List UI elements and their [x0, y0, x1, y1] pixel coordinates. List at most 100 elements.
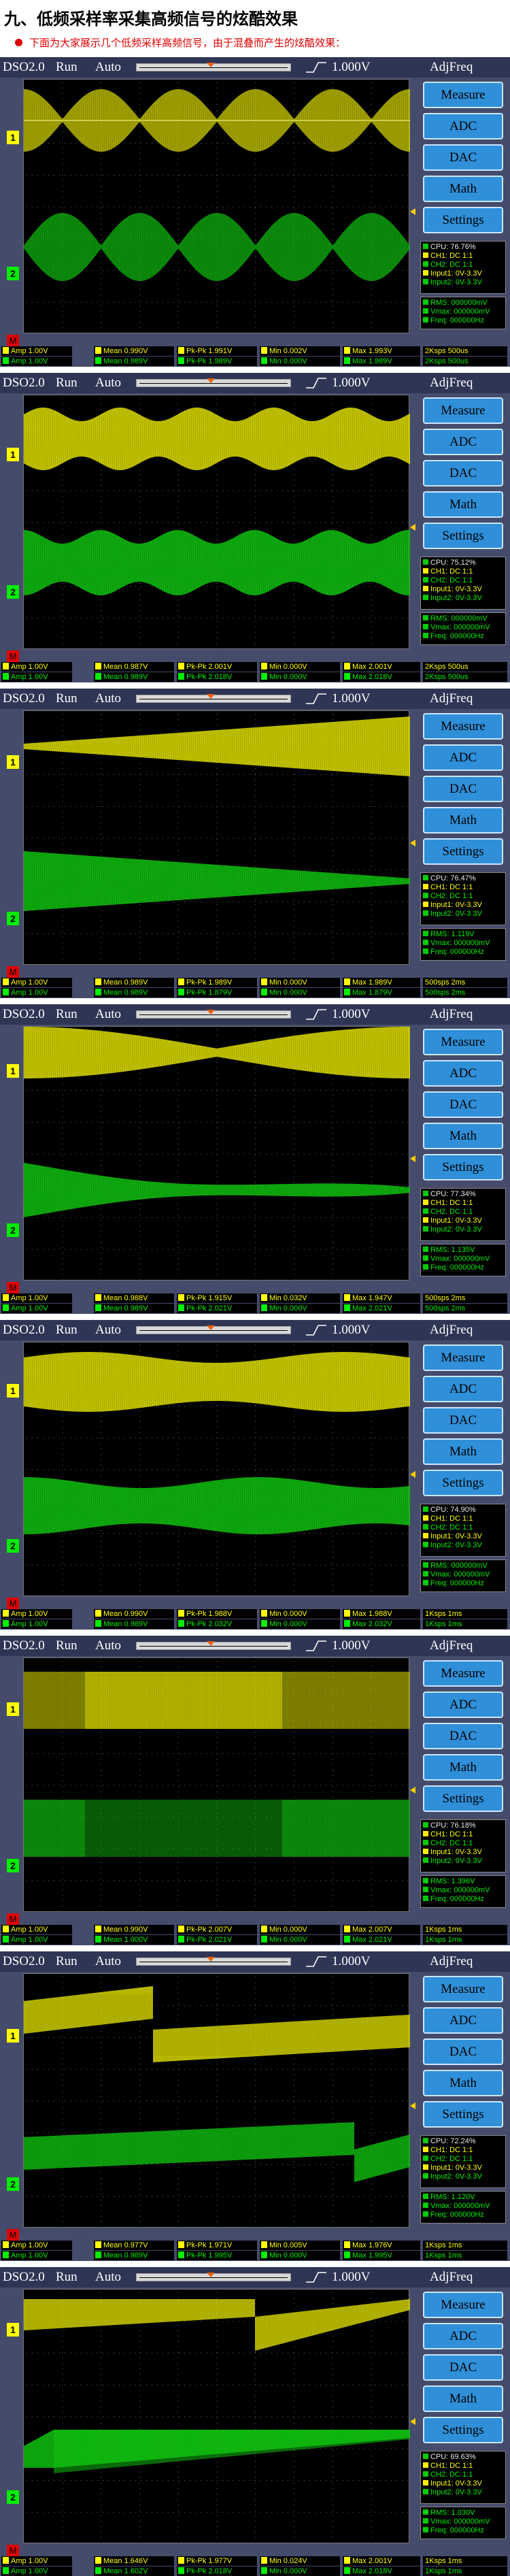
trigger-mode[interactable]: Auto [95, 1638, 121, 1653]
ch1-amp-cell[interactable]: Amp 1.00V [1, 662, 72, 672]
settings-button[interactable]: Settings [423, 838, 503, 865]
ch1-mean-cell[interactable]: Mean 0.977V [94, 2241, 174, 2250]
trigger-arrow-icon[interactable] [410, 1155, 415, 1162]
ch2-mean-cell[interactable]: Mean 0.989V [94, 1304, 174, 1313]
math-button[interactable]: Math [423, 2385, 503, 2412]
dac-button[interactable]: DAC [423, 776, 503, 802]
ch2-marker[interactable]: 2 [7, 1539, 19, 1553]
ch1-timebase[interactable]: 1Ksps 1ms [423, 1925, 507, 1934]
ch2-min-cell[interactable]: Min 0.000V [260, 1304, 340, 1313]
trigger-arrow-icon[interactable] [410, 2102, 415, 2109]
ch2-marker[interactable]: 2 [7, 2490, 19, 2504]
ch1-pkpk-cell[interactable]: Pk-Pk 1.915V [177, 1293, 257, 1303]
waveform-display[interactable] [23, 79, 410, 333]
run-status[interactable]: Run [56, 2270, 78, 2285]
ch1-timebase[interactable]: 1Ksps 1ms [423, 2241, 507, 2250]
ch2-amp-cell[interactable]: Amp 1.00V [1, 1935, 72, 1945]
math-button[interactable]: Math [423, 1438, 503, 1465]
ch1-min-cell[interactable]: Min 0.024V [260, 2556, 340, 2566]
trigger-mode[interactable]: Auto [95, 1323, 121, 1338]
dac-button[interactable]: DAC [423, 1723, 503, 1749]
trigger-arrow-icon[interactable] [410, 208, 415, 215]
ch1-marker[interactable]: 1 [7, 2029, 19, 2043]
ch1-max-cell[interactable]: Max 2.007V [343, 1925, 420, 1934]
math-button[interactable]: Math [423, 2070, 503, 2096]
ch2-max-cell[interactable]: Max 1.989V [343, 357, 420, 366]
ch2-timebase[interactable]: 1Ksps 1ms [423, 1935, 507, 1945]
ch2-pkpk-cell[interactable]: Pk-Pk 1.989V [177, 357, 257, 366]
run-status[interactable]: Run [56, 1638, 78, 1653]
adc-button[interactable]: ADC [423, 744, 503, 771]
ch2-pkpk-cell[interactable]: Pk-Pk 2.018V [177, 2566, 257, 2576]
ch2-pkpk-cell[interactable]: Pk-Pk 1.879V [177, 988, 257, 997]
ch2-pkpk-cell[interactable]: Pk-Pk 2.021V [177, 1935, 257, 1945]
ch1-pkpk-cell[interactable]: Pk-Pk 2.001V [177, 662, 257, 672]
ch1-amp-cell[interactable]: Amp 1.00V [1, 978, 72, 987]
ch1-marker[interactable]: 1 [7, 755, 19, 769]
ch1-min-cell[interactable]: Min 0.002V [260, 346, 340, 356]
math-button[interactable]: Math [423, 807, 503, 833]
ch2-timebase[interactable]: 1Ksps 1ms [423, 2251, 507, 2260]
ch1-max-cell[interactable]: Max 1.976V [343, 2241, 420, 2250]
math-button[interactable]: Math [423, 176, 503, 202]
memory-position-bar[interactable] [136, 694, 291, 703]
trigger-arrow-icon[interactable] [410, 2418, 415, 2425]
ch1-max-cell[interactable]: Max 2.001V [343, 2556, 420, 2566]
ch1-min-cell[interactable]: Min 0.032V [260, 1293, 340, 1303]
run-status[interactable]: Run [56, 691, 78, 706]
ch1-timebase[interactable]: 2Ksps 500us [423, 662, 507, 672]
memory-position-bar[interactable] [136, 1641, 291, 1650]
ch2-amp-cell[interactable]: Amp 1.00V [1, 1304, 72, 1313]
ch1-pkpk-cell[interactable]: Pk-Pk 2.007V [177, 1925, 257, 1934]
ch1-amp-cell[interactable]: Amp 1.00V [1, 1925, 72, 1934]
ch1-amp-cell[interactable]: Amp 1.00V [1, 2556, 72, 2566]
ch2-marker[interactable]: 2 [7, 267, 19, 280]
waveform-display[interactable] [23, 1026, 410, 1281]
waveform-display[interactable] [23, 2289, 410, 2543]
waveform-display[interactable] [23, 1973, 410, 2228]
adc-button[interactable]: ADC [423, 1691, 503, 1718]
ch2-max-cell[interactable]: Max 2.021V [343, 1935, 420, 1945]
trigger-mode[interactable]: Auto [95, 691, 121, 706]
ch1-mean-cell[interactable]: Mean 1.646V [94, 2556, 174, 2566]
memory-position-bar[interactable] [136, 1010, 291, 1019]
ch2-min-cell[interactable]: Min 0.000V [260, 357, 340, 366]
ch2-pkpk-cell[interactable]: Pk-Pk 2.018V [177, 672, 257, 682]
dac-button[interactable]: DAC [423, 460, 503, 486]
ch2-max-cell[interactable]: Max 2.021V [343, 1304, 420, 1313]
ch2-timebase[interactable]: 1Ksps 1ms [423, 2566, 507, 2576]
ch2-max-cell[interactable]: Max 1.995V [343, 2251, 420, 2260]
ch2-min-cell[interactable]: Min 0.000V [260, 988, 340, 997]
ch1-min-cell[interactable]: Min 0.000V [260, 662, 340, 672]
ch2-pkpk-cell[interactable]: Pk-Pk 1.995V [177, 2251, 257, 2260]
ch1-max-cell[interactable]: Max 1.947V [343, 1293, 420, 1303]
settings-button[interactable]: Settings [423, 1154, 503, 1180]
ch1-pkpk-cell[interactable]: Pk-Pk 1.989V [177, 978, 257, 987]
dac-button[interactable]: DAC [423, 2354, 503, 2381]
ch2-min-cell[interactable]: Min 0.000V [260, 672, 340, 682]
waveform-display[interactable] [23, 395, 410, 649]
ch2-amp-cell[interactable]: Amp 1.00V [1, 1619, 72, 1629]
ch2-timebase[interactable]: 500sps 2ms [423, 988, 507, 997]
run-status[interactable]: Run [56, 1007, 78, 1022]
ch1-amp-cell[interactable]: Amp 1.00V [1, 346, 72, 356]
run-status[interactable]: Run [56, 1954, 78, 1969]
dac-button[interactable]: DAC [423, 144, 503, 171]
adc-button[interactable]: ADC [423, 113, 503, 139]
ch2-amp-cell[interactable]: Amp 1.00V [1, 2251, 72, 2260]
measure-button[interactable]: Measure [423, 1660, 503, 1687]
ch1-marker[interactable]: 1 [7, 1064, 19, 1078]
dac-button[interactable]: DAC [423, 1091, 503, 1118]
measure-button[interactable]: Measure [423, 397, 503, 424]
measure-button[interactable]: Measure [423, 1344, 503, 1371]
ch1-pkpk-cell[interactable]: Pk-Pk 1.977V [177, 2556, 257, 2566]
ch1-mean-cell[interactable]: Mean 0.990V [94, 1925, 174, 1934]
ch1-min-cell[interactable]: Min 0.000V [260, 1925, 340, 1934]
ch1-marker[interactable]: 1 [7, 2323, 19, 2336]
trigger-arrow-icon[interactable] [410, 1787, 415, 1794]
math-button[interactable]: Math [423, 491, 503, 518]
ch1-min-cell[interactable]: Min 0.005V [260, 2241, 340, 2250]
ch2-mean-cell[interactable]: Mean 0.989V [94, 1619, 174, 1629]
ch1-min-cell[interactable]: Min 0.000V [260, 1609, 340, 1619]
ch2-marker[interactable]: 2 [7, 2177, 19, 2191]
